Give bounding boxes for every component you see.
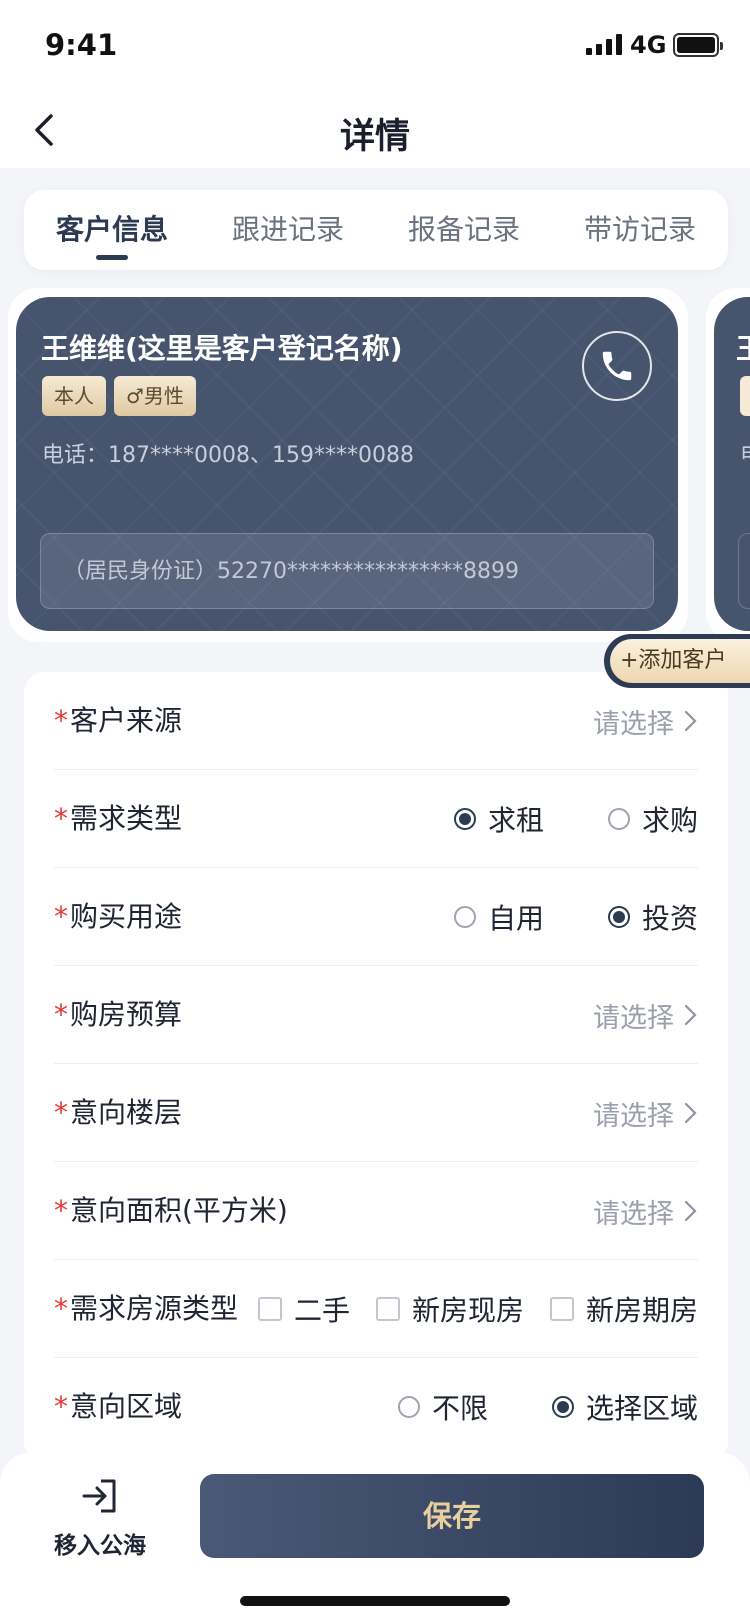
- checkbox-second-hand[interactable]: 二手: [257, 1289, 350, 1329]
- field-label: 购房预算: [70, 998, 183, 1031]
- required-mark: *: [54, 1292, 68, 1325]
- page-title: 详情: [339, 117, 410, 157]
- network-type: 4G: [630, 31, 667, 59]
- gender-tag: ♂男性: [114, 376, 196, 416]
- tab-customer-info[interactable]: 客户信息: [24, 190, 200, 270]
- row-demand-type: *需求类型 求租 求购: [54, 770, 698, 868]
- tab-bar: 客户信息 跟进记录 报备记录 带访记录: [24, 190, 728, 270]
- battery-icon: [673, 33, 723, 57]
- radio-checked-icon: [551, 1396, 574, 1418]
- checkbox-new-ready[interactable]: 新房现房: [375, 1289, 524, 1329]
- radio-rent[interactable]: 求租: [453, 799, 544, 839]
- required-mark: *: [54, 704, 68, 737]
- required-mark: *: [54, 802, 68, 835]
- radio-checked-icon: [453, 808, 476, 830]
- field-label: 需求类型: [70, 802, 183, 835]
- radio-unchecked-icon: [397, 1396, 420, 1418]
- radio-select-region[interactable]: 选择区域: [551, 1387, 698, 1427]
- next-card-name: 王: [736, 327, 750, 367]
- customer-name: 王维维(这里是客户登记名称): [41, 332, 403, 365]
- customer-form: *客户来源 请选择 *需求类型 求租 求购 *购买用途 自用 投资 *购房预算 …: [24, 672, 728, 1462]
- radio-unchecked-icon: [453, 906, 476, 928]
- signal-icon: [586, 33, 622, 55]
- required-mark: *: [54, 1390, 68, 1423]
- field-label: 购买用途: [70, 900, 183, 933]
- row-house-type: *需求房源类型 二手 新房现房 新房期房: [54, 1260, 698, 1358]
- phone-icon: [602, 351, 632, 381]
- chevron-right-icon: [684, 1102, 697, 1124]
- status-time: 9:41: [45, 28, 118, 62]
- radio-checked-icon: [607, 906, 630, 928]
- chevron-right-icon: [684, 1004, 697, 1026]
- add-customer-label: +添加客户: [610, 639, 750, 683]
- radio-self-use[interactable]: 自用: [453, 897, 544, 937]
- required-mark: *: [54, 1194, 68, 1227]
- area-select[interactable]: 请选择: [593, 1192, 674, 1231]
- login-icon: [82, 1479, 116, 1513]
- source-select[interactable]: 请选择: [593, 702, 674, 741]
- next-card-phone: 电: [740, 437, 750, 469]
- field-label: 意向面积(平方米): [70, 1194, 288, 1227]
- tab-follow-records[interactable]: 跟进记录: [200, 190, 376, 270]
- customer-card[interactable]: 王维维(这里是客户登记名称) 本人 ♂男性 电话：187****0008、159…: [16, 297, 678, 631]
- budget-select[interactable]: 请选择: [593, 996, 674, 1035]
- customer-phone: 电话：187****0008、159****0088: [42, 443, 414, 468]
- bottom-bar: 移入公海 保存: [0, 1452, 750, 1624]
- checkbox-new-presale[interactable]: 新房期房: [549, 1289, 698, 1329]
- row-customer-source[interactable]: *客户来源 请选择: [54, 672, 698, 770]
- call-button[interactable]: [582, 331, 652, 401]
- move-to-public-button[interactable]: 移入公海: [40, 1476, 160, 1560]
- chevron-right-icon: [684, 710, 697, 732]
- add-customer-button[interactable]: +添加客户: [604, 634, 750, 688]
- row-budget[interactable]: *购房预算 请选择: [54, 966, 698, 1064]
- field-label: 客户来源: [70, 704, 183, 737]
- checkbox-icon: [375, 1297, 400, 1321]
- radio-invest[interactable]: 投资: [607, 897, 698, 937]
- required-mark: *: [54, 1096, 68, 1129]
- field-label: 意向楼层: [70, 1096, 183, 1129]
- tab-visit-records[interactable]: 带访记录: [552, 190, 728, 270]
- required-mark: *: [54, 900, 68, 933]
- next-customer-card[interactable]: 王 电: [714, 297, 750, 631]
- floor-select[interactable]: 请选择: [593, 1094, 674, 1133]
- radio-unlimited[interactable]: 不限: [397, 1387, 488, 1427]
- home-indicator: [240, 1596, 510, 1606]
- tab-report-records[interactable]: 报备记录: [376, 190, 552, 270]
- radio-unchecked-icon: [607, 808, 630, 830]
- field-label: 需求房源类型: [70, 1292, 239, 1325]
- next-card-tag: [740, 376, 750, 416]
- row-region: *意向区域 不限 选择区域: [54, 1358, 698, 1456]
- row-area[interactable]: *意向面积(平方米) 请选择: [54, 1162, 698, 1260]
- row-purpose: *购买用途 自用 投资: [54, 868, 698, 966]
- id-card-field: （居民身份证）52270****************8899: [40, 533, 654, 609]
- status-bar: 9:41 4G: [0, 0, 750, 92]
- checkbox-icon: [257, 1297, 282, 1321]
- required-mark: *: [54, 998, 68, 1031]
- relation-tag: 本人: [42, 376, 106, 416]
- radio-buy[interactable]: 求购: [607, 799, 698, 839]
- move-to-public-label: 移入公海: [54, 1533, 146, 1559]
- chevron-right-icon: [684, 1200, 697, 1222]
- row-floor[interactable]: *意向楼层 请选择: [54, 1064, 698, 1162]
- save-button[interactable]: 保存: [200, 1474, 704, 1558]
- checkbox-icon: [549, 1297, 574, 1321]
- next-card-id-field: [738, 533, 750, 609]
- nav-bar: 详情: [0, 92, 750, 168]
- field-label: 意向区域: [70, 1390, 183, 1423]
